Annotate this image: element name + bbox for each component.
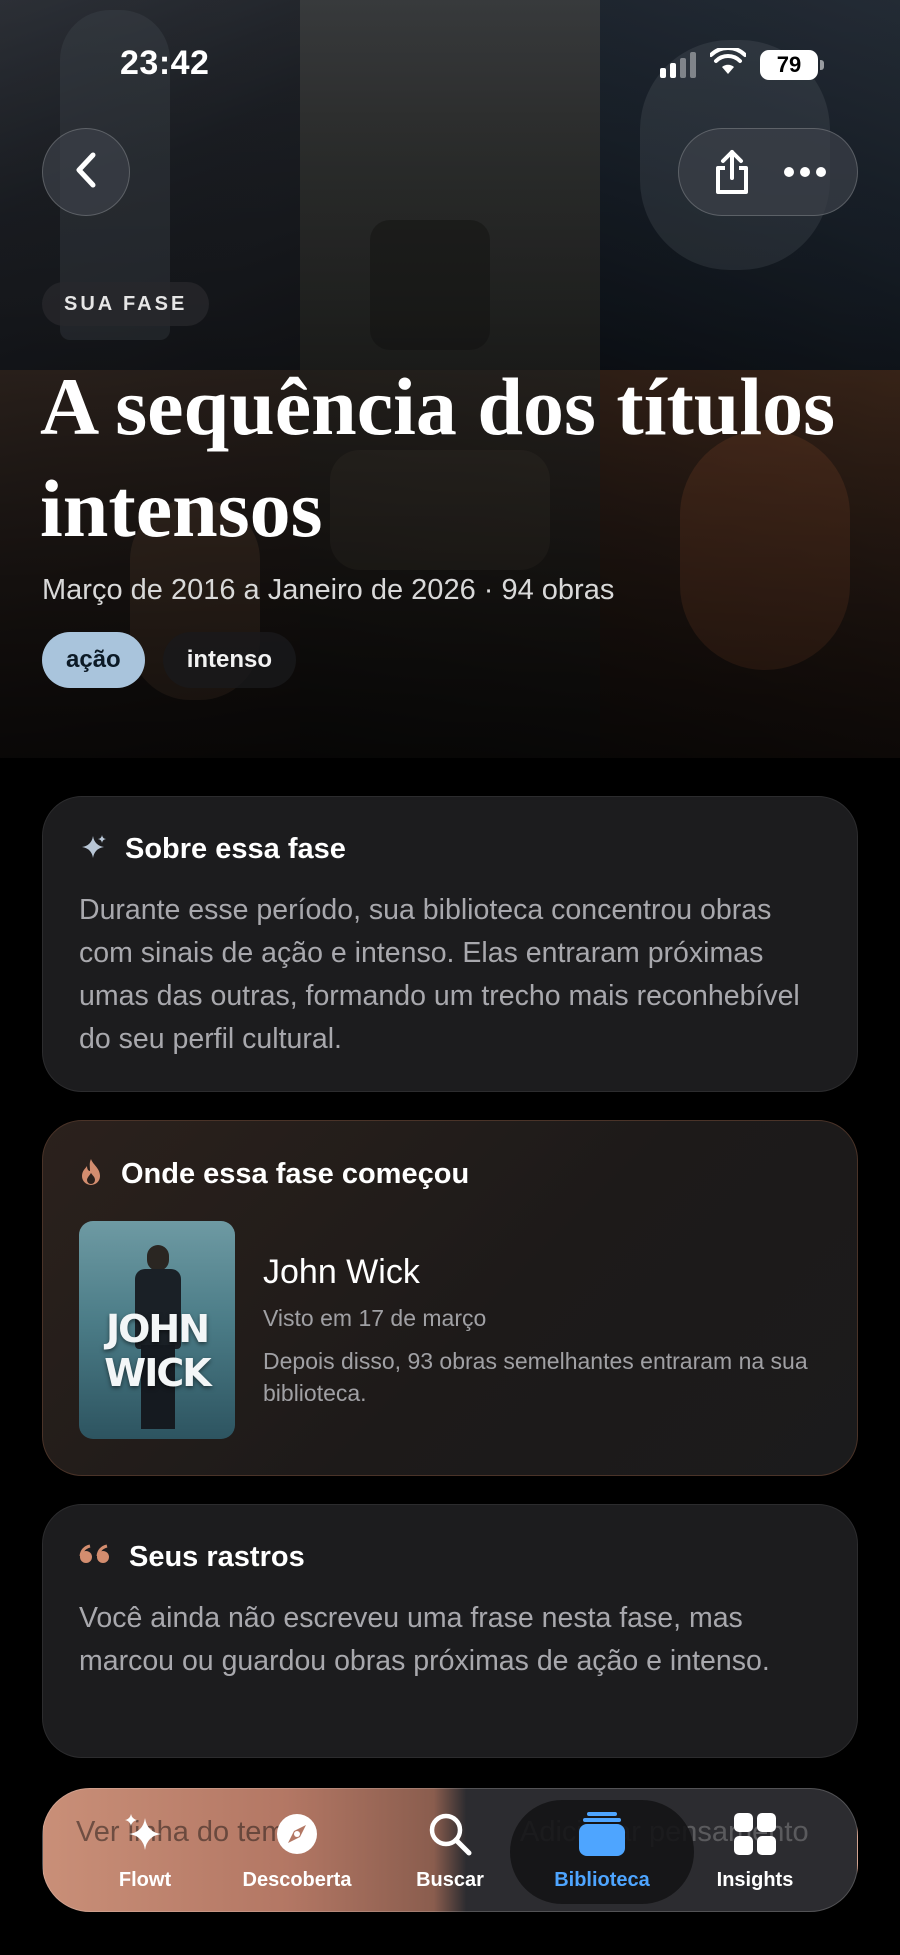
library-icon xyxy=(577,1812,627,1861)
traces-title: Seus rastros xyxy=(129,1541,305,1573)
traces-card: Seus rastros Você ainda não escreveu uma… xyxy=(42,1504,858,1758)
quote-icon xyxy=(79,1544,111,1571)
header-actions xyxy=(678,128,858,216)
sparkles-icon xyxy=(123,1812,167,1861)
tab-biblioteca-label: Biblioteca xyxy=(554,1869,650,1891)
grid-icon xyxy=(733,1812,777,1861)
share-icon xyxy=(715,150,748,194)
search-icon xyxy=(428,1812,472,1861)
poster-title: JOHN WICK xyxy=(104,1307,211,1395)
chevron-left-icon xyxy=(71,151,101,194)
phase-period: Março de 2016 a Janeiro de 2026 · 94 obr… xyxy=(42,574,615,606)
tab-insights-label: Insights xyxy=(716,1869,794,1891)
tab-descoberta[interactable]: Descoberta xyxy=(222,1800,372,1904)
tab-flowt-label: Flowt xyxy=(118,1869,172,1891)
traces-text: Você ainda não escreveu uma frase nesta … xyxy=(79,1602,770,1677)
status-time: 23:42 xyxy=(120,44,210,82)
origin-title: Onde essa fase começou xyxy=(121,1158,470,1190)
origin-card[interactable]: Onde essa fase começou JOHN WICK John Wi… xyxy=(42,1120,858,1476)
status-icons: 79 xyxy=(660,45,824,81)
tag-intenso[interactable]: intenso xyxy=(162,632,297,688)
tag-acao[interactable]: ação xyxy=(42,632,145,688)
tab-descoberta-label: Descoberta xyxy=(242,1869,352,1891)
battery-indicator: 79 xyxy=(760,49,824,80)
compass-icon xyxy=(275,1812,319,1861)
ellipsis-icon xyxy=(783,167,826,177)
back-button[interactable] xyxy=(42,128,130,216)
tab-biblioteca[interactable]: Biblioteca xyxy=(510,1800,694,1904)
tab-buscar[interactable]: Buscar xyxy=(375,1800,525,1904)
page-title: A sequência dos títulos intensos xyxy=(40,361,836,554)
sparkles-icon xyxy=(79,833,107,866)
movie-description: Depois disso, 93 obras semelhantes entra… xyxy=(263,1348,808,1406)
wifi-icon xyxy=(709,45,747,81)
about-phase-title: Sobre essa fase xyxy=(125,833,346,865)
about-phase-card: Sobre essa fase Durante esse período, su… xyxy=(42,796,858,1092)
more-button[interactable] xyxy=(775,142,835,202)
tag-list: ação intenso xyxy=(42,632,297,688)
share-button[interactable] xyxy=(702,142,762,202)
about-phase-text: Durante esse período, sua biblioteca con… xyxy=(79,894,800,1055)
tab-insights[interactable]: Insights xyxy=(680,1800,830,1904)
movie-seen-date: Visto em 17 de março xyxy=(263,1305,487,1331)
movie-title: John Wick xyxy=(263,1253,420,1291)
tab-flowt[interactable]: Flowt xyxy=(70,1800,220,1904)
flame-icon xyxy=(79,1157,103,1192)
movie-poster[interactable]: JOHN WICK xyxy=(79,1221,235,1439)
tab-buscar-label: Buscar xyxy=(416,1869,484,1891)
phase-badge: SUA FASE xyxy=(42,282,210,326)
cellular-signal-icon xyxy=(660,51,696,78)
